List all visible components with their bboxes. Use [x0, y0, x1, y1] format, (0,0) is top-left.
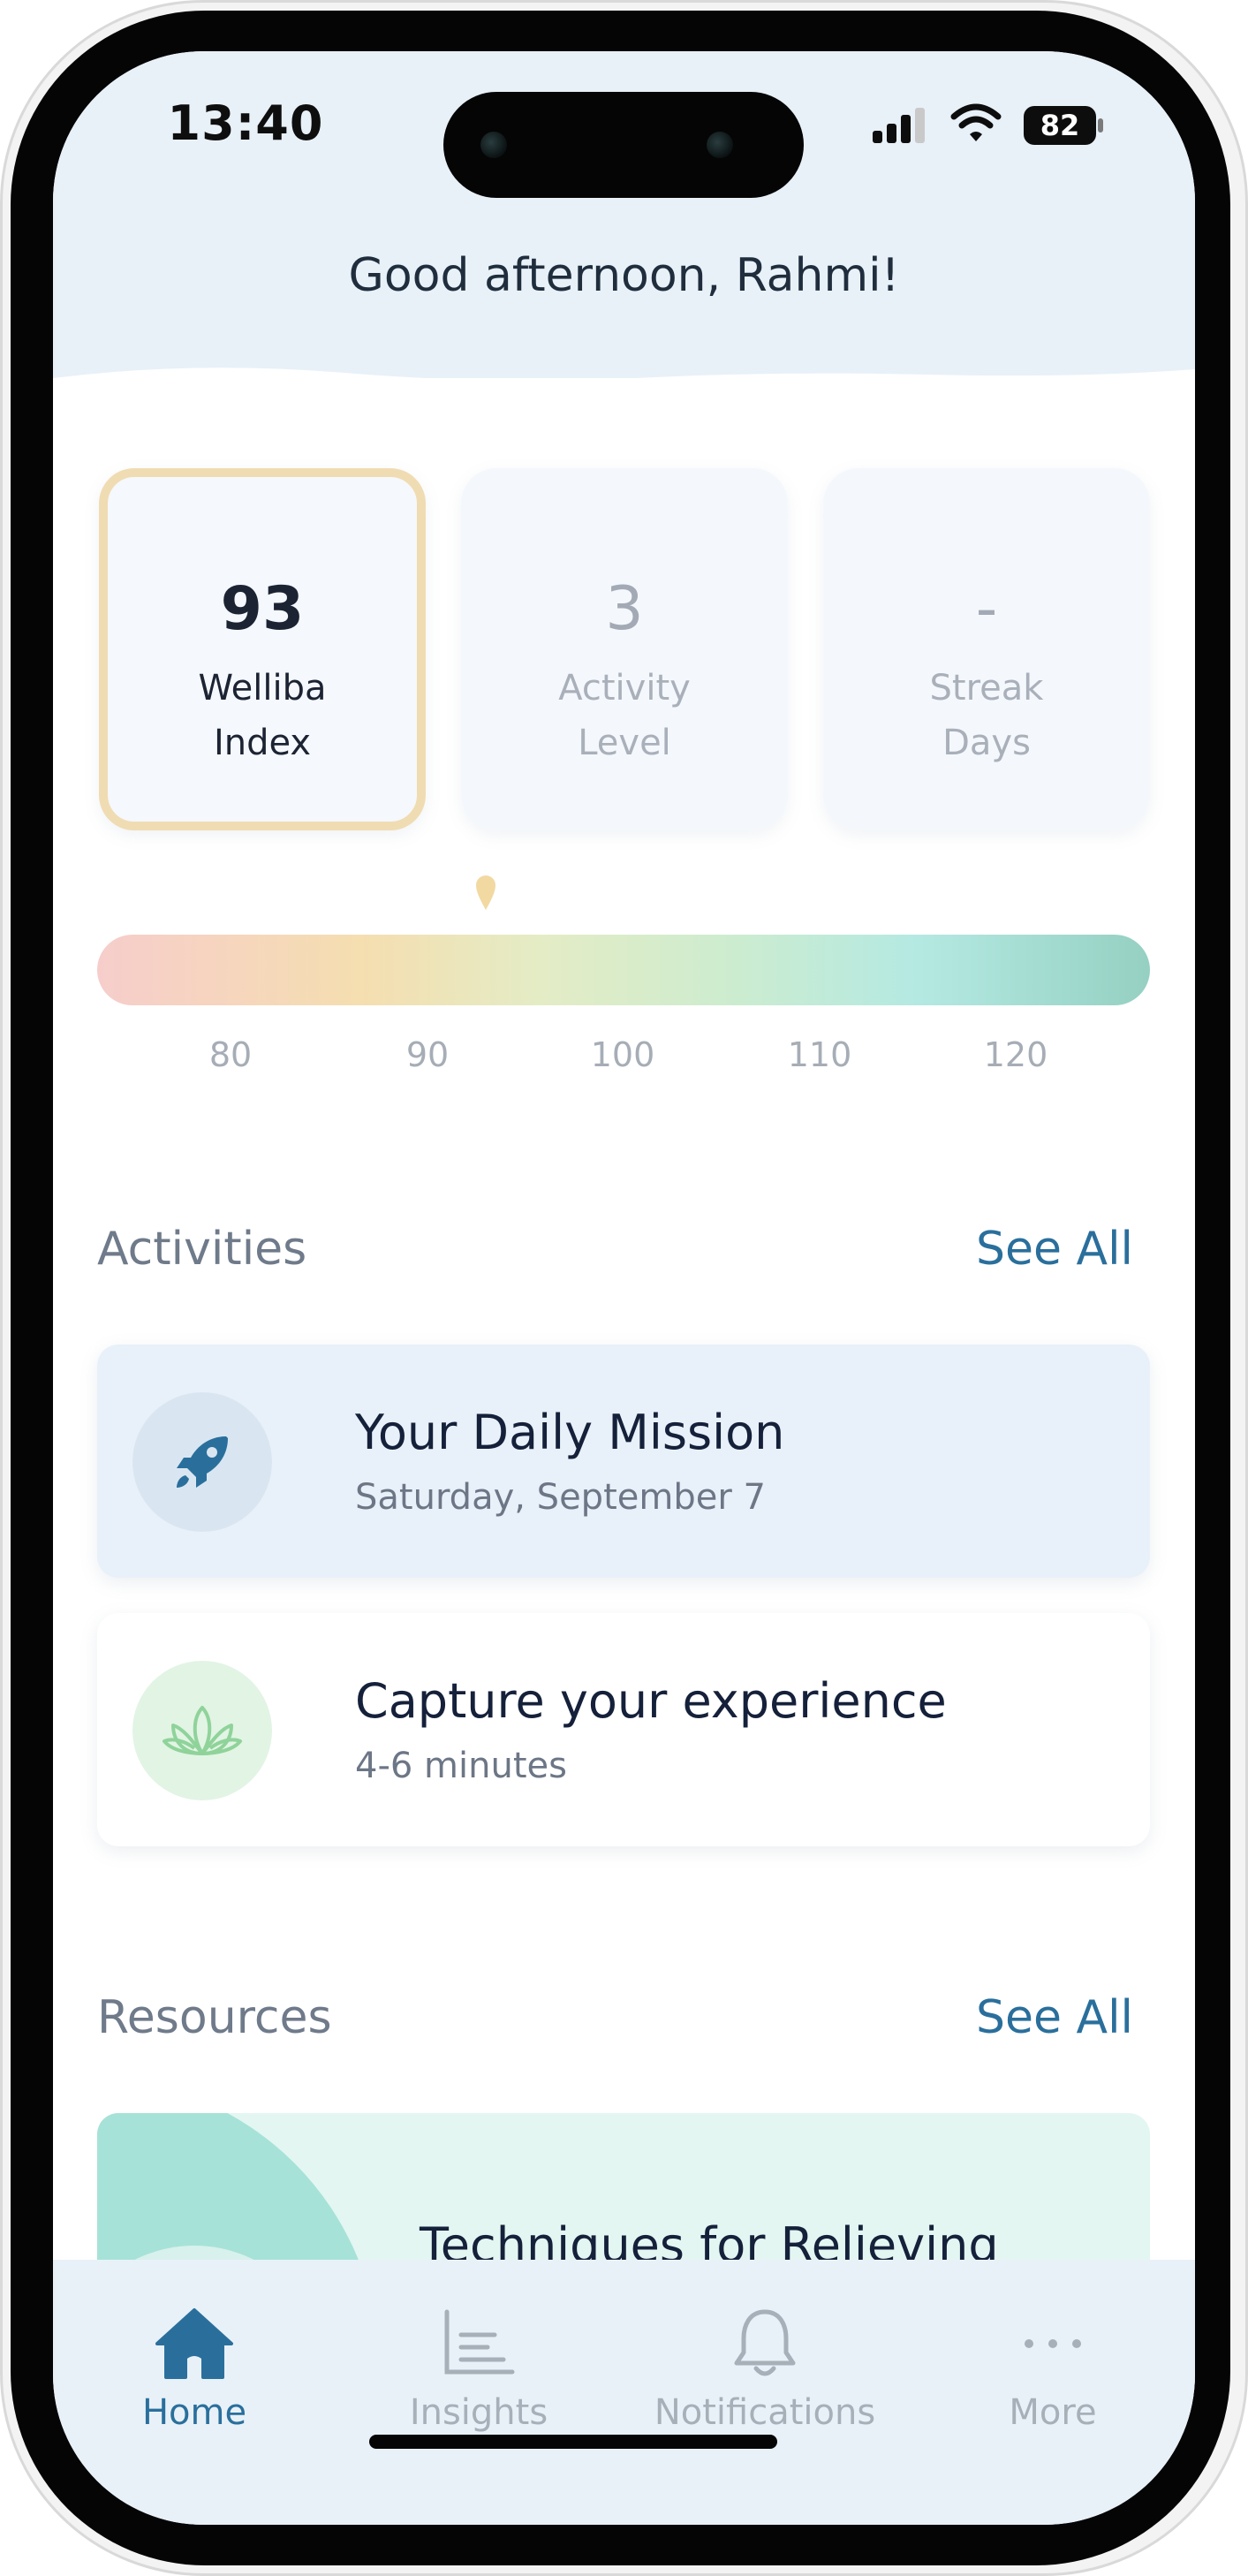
- activity-subtitle: 4-6 minutes: [355, 1746, 567, 1786]
- scale-tick: 100: [590, 1035, 655, 1074]
- resources-see-all-link[interactable]: See All: [976, 1991, 1133, 2044]
- rocket-icon: [132, 1392, 272, 1532]
- tab-more-label: More: [1009, 2392, 1097, 2433]
- more-icon: [938, 2304, 1168, 2383]
- metric-label-line2: Index: [213, 723, 312, 763]
- metric-label: Welliba Index: [108, 661, 417, 770]
- metric-value: -: [975, 574, 998, 644]
- lotus-icon: [132, 1661, 272, 1800]
- tab-home-label: Home: [141, 2392, 247, 2433]
- tab-insights-label: Insights: [409, 2392, 548, 2433]
- sensor-dot: [707, 132, 733, 158]
- metric-label: Activity Level: [461, 661, 788, 770]
- home-indicator[interactable]: [369, 2435, 777, 2449]
- welliba-scale-bar: [97, 935, 1150, 1005]
- scale-tick: 80: [208, 1035, 253, 1074]
- tab-insights[interactable]: Insights: [364, 2304, 594, 2433]
- wifi-icon: [950, 103, 1002, 141]
- metric-label-line1: Streak: [929, 668, 1044, 708]
- metric-label: Streak Days: [823, 661, 1150, 770]
- tab-more[interactable]: More: [938, 2304, 1168, 2433]
- tab-home[interactable]: Home: [79, 2304, 309, 2433]
- metric-card-activity-level[interactable]: 3 Activity Level: [461, 468, 788, 830]
- tab-notifications[interactable]: Notifications: [650, 2304, 880, 2433]
- bell-icon: [650, 2304, 880, 2383]
- status-time: 13:40: [167, 95, 324, 151]
- tab-bar: Home Insights Notifications More: [53, 2260, 1195, 2525]
- metric-value: 93: [220, 574, 305, 644]
- metric-label-line2: Days: [942, 723, 1031, 763]
- metric-label-line1: Welliba: [198, 668, 327, 708]
- tab-notifications-label: Notifications: [654, 2392, 876, 2433]
- activity-title: Your Daily Mission: [355, 1405, 785, 1460]
- activity-subtitle: Saturday, September 7: [355, 1477, 766, 1518]
- activity-card-daily-mission[interactable]: Your Daily Mission Saturday, September 7: [97, 1345, 1150, 1578]
- screen: Techniques for Relieving Home Insights N…: [53, 51, 1195, 2525]
- header-wave: [53, 367, 1195, 413]
- metric-label-line2: Level: [578, 723, 671, 763]
- activities-see-all-link[interactable]: See All: [976, 1223, 1133, 1276]
- activity-card-capture-experience[interactable]: Capture your experience 4-6 minutes: [97, 1613, 1150, 1846]
- metric-label-line1: Activity: [558, 668, 691, 708]
- dynamic-island: [443, 92, 804, 198]
- insights-icon: [364, 2304, 594, 2383]
- scale-tick: 120: [983, 1035, 1048, 1074]
- metric-value: 3: [605, 574, 644, 644]
- greeting-title: Good afternoon, Rahmi!: [348, 249, 900, 302]
- scale-tick: 110: [787, 1035, 852, 1074]
- home-icon: [79, 2304, 309, 2383]
- camera-dot: [480, 132, 507, 158]
- scale-tick: 90: [405, 1035, 450, 1074]
- activities-title: Activities: [97, 1223, 307, 1276]
- signal-icon: [873, 108, 925, 143]
- scale-marker-icon: [476, 875, 496, 910]
- battery-cap: [1098, 118, 1103, 133]
- metric-card-streak-days[interactable]: - Streak Days: [823, 468, 1150, 830]
- resources-title: Resources: [97, 1991, 332, 2044]
- activity-title: Capture your experience: [355, 1673, 947, 1729]
- metric-card-welliba-index[interactable]: 93 Welliba Index: [99, 468, 426, 830]
- battery-icon: 82: [1024, 106, 1096, 145]
